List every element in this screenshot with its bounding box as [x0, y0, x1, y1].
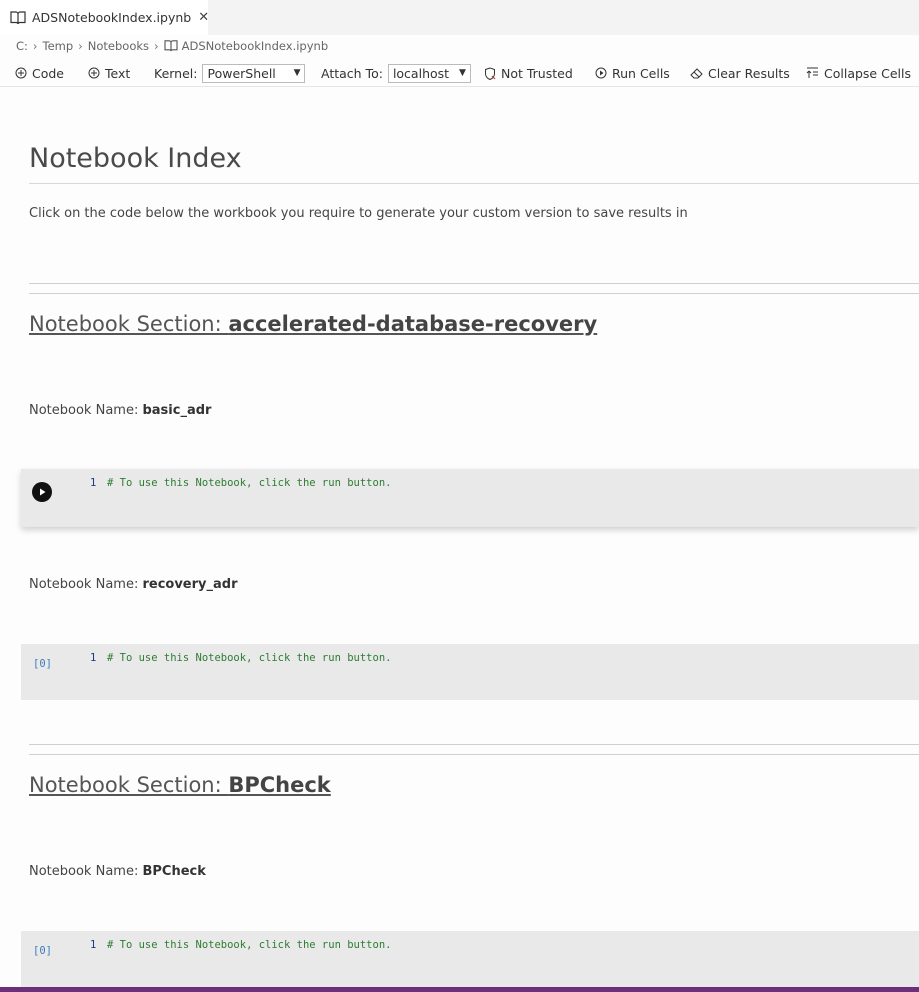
attach-value: localhost	[392, 65, 450, 81]
add-code-label: Code	[32, 65, 65, 81]
plus-circle-icon	[88, 67, 100, 79]
divider	[29, 744, 919, 745]
plus-circle-icon	[15, 67, 27, 79]
run-cells-button[interactable]: Run Cells	[595, 60, 670, 86]
execution-count: [0]	[33, 658, 52, 670]
kernel-label: Kernel:	[154, 65, 198, 81]
collapse-icon	[806, 67, 818, 78]
section-prefix: Notebook Section:	[29, 773, 229, 797]
kernel-select[interactable]: PowerShell ▼	[202, 63, 306, 83]
run-cells-label: Run Cells	[612, 65, 670, 81]
close-icon[interactable]: ✕	[198, 10, 209, 25]
attach-select[interactable]: localhost ▼	[387, 63, 471, 83]
play-circle-icon	[595, 67, 607, 79]
intro-text: Click on the code below the workbook you…	[29, 206, 688, 221]
line-number: 1	[90, 652, 97, 664]
attach-group: Attach To: localhost ▼	[321, 60, 471, 86]
divider	[29, 183, 919, 184]
add-code-button[interactable]: Code	[15, 60, 64, 86]
notebook-name: Notebook Name: basic_adr	[29, 403, 211, 418]
clear-results-label: Clear Results	[708, 65, 790, 81]
dropdown-arrow-icon: ▼	[293, 68, 301, 78]
notebook-name-label: Notebook Name:	[29, 864, 143, 879]
section-prefix: Notebook Section:	[29, 312, 229, 336]
dropdown-arrow-icon: ▼	[459, 68, 466, 78]
kernel-value: PowerShell	[207, 65, 276, 81]
add-text-button[interactable]: Text	[88, 60, 130, 86]
code-text[interactable]: # To use this Notebook, click the run bu…	[107, 652, 391, 664]
code-cell[interactable]: 1 # To use this Notebook, click the run …	[21, 469, 919, 527]
clear-results-button[interactable]: Clear Results	[690, 60, 790, 86]
line-number: 1	[90, 477, 97, 489]
add-text-label: Text	[105, 65, 131, 81]
attach-label: Attach To:	[321, 65, 383, 81]
book-icon	[10, 10, 26, 26]
breadcrumb-item[interactable]: Notebooks	[88, 39, 149, 53]
section-heading: Notebook Section: BPCheck	[29, 773, 331, 797]
breadcrumb: C: › Temp › Notebooks › ADSNotebookIndex…	[16, 38, 328, 54]
chevron-right-icon: ›	[78, 39, 83, 53]
breadcrumb-item[interactable]: Temp	[43, 39, 74, 53]
divider	[29, 754, 919, 755]
play-icon	[40, 488, 46, 496]
book-icon	[164, 40, 178, 52]
divider	[29, 293, 919, 294]
code-text[interactable]: # To use this Notebook, click the run bu…	[107, 477, 391, 489]
trust-label: Not Trusted	[501, 65, 573, 81]
section-name: BPCheck	[228, 773, 331, 797]
status-bar	[0, 987, 919, 992]
tab-bar: ADSNotebookIndex.ipynb ✕	[0, 0, 919, 35]
line-number: 1	[90, 939, 97, 951]
notebook-name: Notebook Name: BPCheck	[29, 864, 206, 879]
eraser-icon	[690, 68, 703, 79]
kernel-group: Kernel: PowerShell ▼	[154, 60, 306, 86]
tab-notebook[interactable]: ADSNotebookIndex.ipynb ✕	[0, 0, 209, 35]
run-cell-button[interactable]	[32, 482, 52, 502]
code-cell[interactable]: [0] 1 # To use this Notebook, click the …	[21, 931, 919, 987]
section-heading: Notebook Section: accelerated-database-r…	[29, 312, 597, 336]
notebook-name-value: recovery_adr	[142, 577, 238, 592]
collapse-cells-button[interactable]: Collapse Cells	[806, 60, 911, 86]
breadcrumb-item[interactable]: C:	[16, 39, 28, 53]
chevron-right-icon: ›	[32, 39, 38, 53]
code-cell[interactable]: [0] 1 # To use this Notebook, click the …	[21, 644, 919, 700]
shield-icon	[485, 66, 496, 80]
chevron-right-icon: ›	[154, 39, 159, 53]
section-name: accelerated-database-recovery	[228, 312, 598, 336]
notebook-name-value: basic_adr	[142, 403, 212, 418]
execution-count: [0]	[33, 945, 52, 957]
notebook-name-label: Notebook Name:	[29, 577, 143, 592]
page-title: Notebook Index	[29, 143, 242, 174]
notebook-name-value: BPCheck	[142, 864, 206, 879]
notebook-name-label: Notebook Name:	[29, 403, 143, 418]
breadcrumb-item[interactable]: ADSNotebookIndex.ipynb	[182, 39, 328, 53]
code-text[interactable]: # To use this Notebook, click the run bu…	[107, 939, 391, 951]
divider	[29, 283, 919, 284]
notebook-name: Notebook Name: recovery_adr	[29, 577, 238, 592]
collapse-cells-label: Collapse Cells	[824, 65, 911, 81]
tab-title: ADSNotebookIndex.ipynb	[32, 10, 192, 25]
notebook-toolbar: Code Text Kernel: PowerShell ▼ Attach To…	[0, 60, 919, 87]
trust-button[interactable]: Not Trusted	[484, 60, 573, 86]
